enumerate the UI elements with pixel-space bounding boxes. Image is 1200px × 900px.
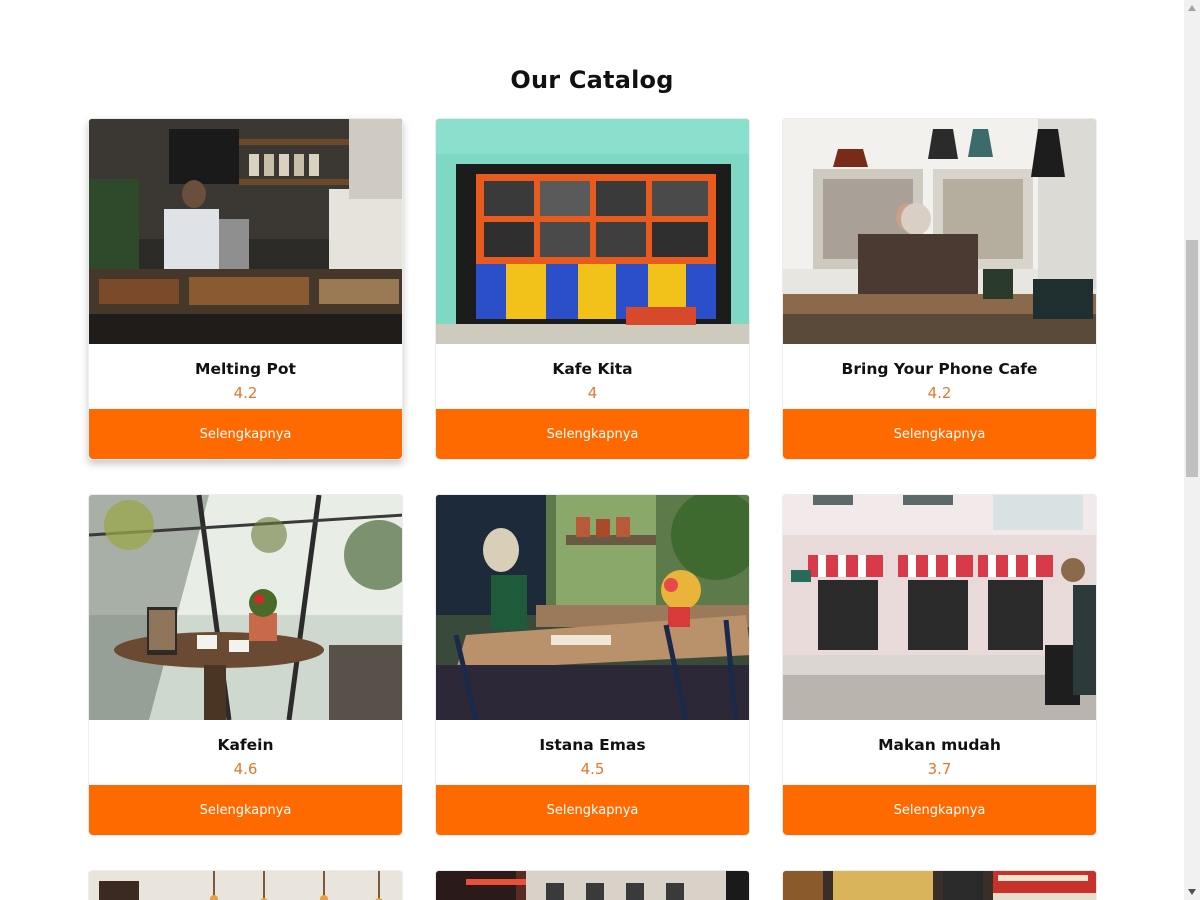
greenhouse-table-french-press-photo bbox=[89, 495, 402, 720]
catalog-card bbox=[782, 870, 1097, 900]
scroll-up-arrow-icon[interactable] bbox=[1184, 0, 1200, 16]
cafe-name: Makan mudah bbox=[878, 736, 1001, 754]
catalog-card: Melting Pot 4.2 Selengkapnya bbox=[88, 118, 403, 460]
catalog-card bbox=[435, 870, 750, 900]
cafe-rating: 4.2 bbox=[927, 384, 952, 402]
scroll-down-arrow-icon[interactable] bbox=[1184, 884, 1200, 900]
details-button[interactable]: Selengkapnya bbox=[783, 409, 1096, 459]
details-button[interactable]: Selengkapnya bbox=[783, 785, 1096, 835]
building-facade-photo bbox=[436, 871, 749, 900]
catalog-grid: Melting Pot 4.2 Selengkapnya Kafe Kita 4… bbox=[88, 118, 1097, 900]
outdoor-cafe-table-flowers-photo bbox=[436, 495, 749, 720]
cafe-rating: 3.7 bbox=[927, 760, 952, 778]
market-signs-photo bbox=[783, 871, 1096, 900]
cafe-storefront-awnings-photo bbox=[783, 495, 1096, 720]
cafe-rating: 4.6 bbox=[233, 760, 258, 778]
cafe-name: Bring Your Phone Cafe bbox=[841, 360, 1038, 378]
catalog-card: Istana Emas 4.5 Selengkapnya bbox=[435, 494, 750, 836]
page: Our Catalog Melting Pot 4.2 Selengkapnya… bbox=[0, 0, 1184, 900]
details-button[interactable]: Selengkapnya bbox=[436, 409, 749, 459]
colorful-cafe-storefront-photo bbox=[436, 119, 749, 344]
catalog-card: Kafein 4.6 Selengkapnya bbox=[88, 494, 403, 836]
cafe-name: Istana Emas bbox=[539, 736, 646, 754]
vertical-scrollbar[interactable] bbox=[1184, 0, 1200, 900]
cafe-name: Kafein bbox=[217, 736, 274, 754]
cafe-rating: 4.2 bbox=[233, 384, 258, 402]
details-button[interactable]: Selengkapnya bbox=[89, 785, 402, 835]
cafe-name: Melting Pot bbox=[195, 360, 296, 378]
page-title: Our Catalog bbox=[510, 66, 674, 94]
old-man-in-cafe-photo bbox=[783, 119, 1096, 344]
cafe-name: Kafe Kita bbox=[552, 360, 633, 378]
details-button[interactable]: Selengkapnya bbox=[89, 409, 402, 459]
catalog-card: Bring Your Phone Cafe 4.2 Selengkapnya bbox=[782, 118, 1097, 460]
cafe-interior-pendant-lights-photo bbox=[89, 871, 402, 900]
details-button[interactable]: Selengkapnya bbox=[436, 785, 749, 835]
cafe-rating: 4.5 bbox=[580, 760, 605, 778]
scrollbar-thumb[interactable] bbox=[1186, 240, 1198, 477]
cafe-counter-barista-photo bbox=[89, 119, 402, 344]
catalog-card: Makan mudah 3.7 Selengkapnya bbox=[782, 494, 1097, 836]
catalog-card bbox=[88, 870, 403, 900]
cafe-rating: 4 bbox=[587, 384, 598, 402]
catalog-card: Kafe Kita 4 Selengkapnya bbox=[435, 118, 750, 460]
